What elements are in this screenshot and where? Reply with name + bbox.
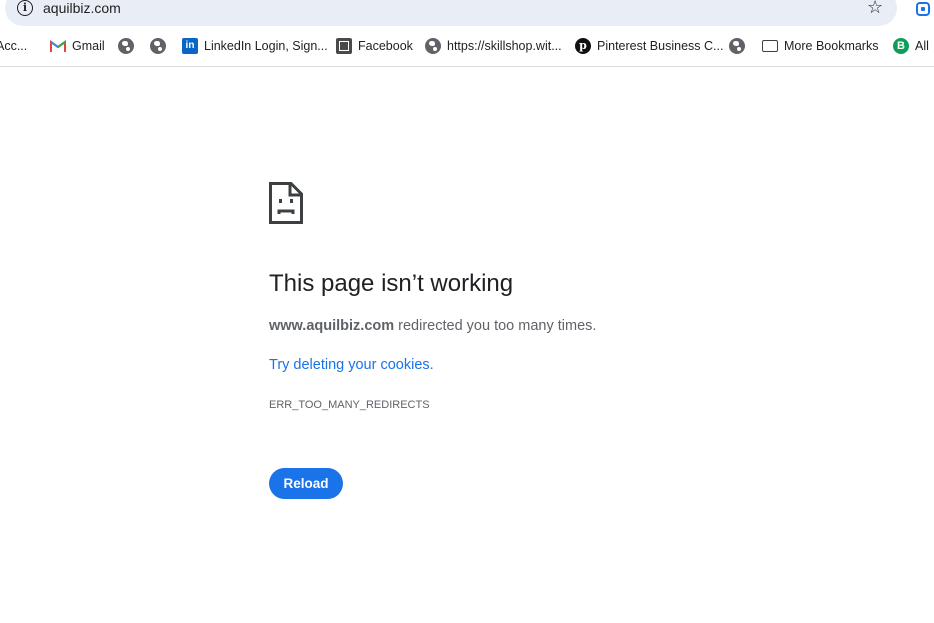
pinterest-icon: p	[575, 38, 591, 54]
bookmark-item[interactable]	[729, 33, 751, 59]
bookmark-item-skillshop[interactable]: https://skillshop.wit...	[425, 33, 562, 59]
bookmark-label: Facebook	[358, 39, 413, 53]
folder-icon	[762, 40, 778, 52]
address-bar[interactable]: i aquilbiz.com ☆	[5, 0, 897, 26]
globe-icon	[425, 38, 441, 54]
bookmark-label: Pinterest Business C...	[597, 39, 724, 53]
bookmark-item-gmail[interactable]: Gmail	[50, 33, 105, 59]
bookmark-label: Acc...	[0, 39, 28, 53]
error-message: www.aquilbiz.com redirected you too many…	[269, 318, 596, 334]
bookmark-item[interactable]	[118, 33, 140, 59]
bookmarks-bar: Acc... Gmail in LinkedIn Login, Sign... …	[0, 33, 934, 59]
bookmark-item-facebook[interactable]: Facebook	[336, 33, 413, 59]
error-message-text: redirected you too many times.	[394, 318, 597, 334]
globe-icon	[729, 38, 745, 54]
reload-button[interactable]: Reload	[269, 468, 343, 499]
bookmark-item[interactable]	[150, 33, 172, 59]
extension-icon[interactable]	[916, 2, 930, 16]
bookmark-item-linkedin[interactable]: in LinkedIn Login, Sign...	[182, 33, 328, 59]
globe-icon	[118, 38, 134, 54]
error-host: www.aquilbiz.com	[269, 318, 395, 334]
toolbar-divider	[0, 66, 934, 67]
globe-icon	[150, 38, 166, 54]
bookmark-label: All	[915, 39, 929, 53]
more-bookmarks[interactable]: More Bookmarks	[762, 33, 878, 59]
facebook-icon	[336, 38, 352, 54]
linkedin-icon: in	[182, 38, 198, 54]
bookmark-item-pinterest[interactable]: p Pinterest Business C...	[575, 33, 723, 59]
bookmark-label: More Bookmarks	[784, 39, 879, 53]
sad-page-icon	[269, 182, 303, 224]
delete-cookies-link[interactable]: Try deleting your cookies.	[269, 357, 434, 373]
bookmark-star-icon[interactable]: ☆	[867, 0, 883, 18]
url-text[interactable]: aquilbiz.com	[43, 0, 121, 16]
b-icon: B	[893, 38, 909, 54]
bookmark-label: https://skillshop.wit...	[447, 39, 562, 53]
error-code: ERR_TOO_MANY_REDIRECTS	[269, 399, 430, 411]
bookmark-item-all[interactable]: B All	[893, 33, 929, 59]
site-info-icon[interactable]: i	[17, 0, 33, 16]
gmail-icon	[50, 40, 66, 52]
error-title: This page isn’t working	[269, 270, 514, 297]
bookmark-label: LinkedIn Login, Sign...	[204, 39, 328, 53]
browser-toolbar: i aquilbiz.com ☆ Acc... Gmail in LinkedI…	[0, 0, 934, 67]
bookmark-label: Gmail	[72, 39, 105, 53]
bookmark-item[interactable]: Acc...	[0, 33, 27, 59]
